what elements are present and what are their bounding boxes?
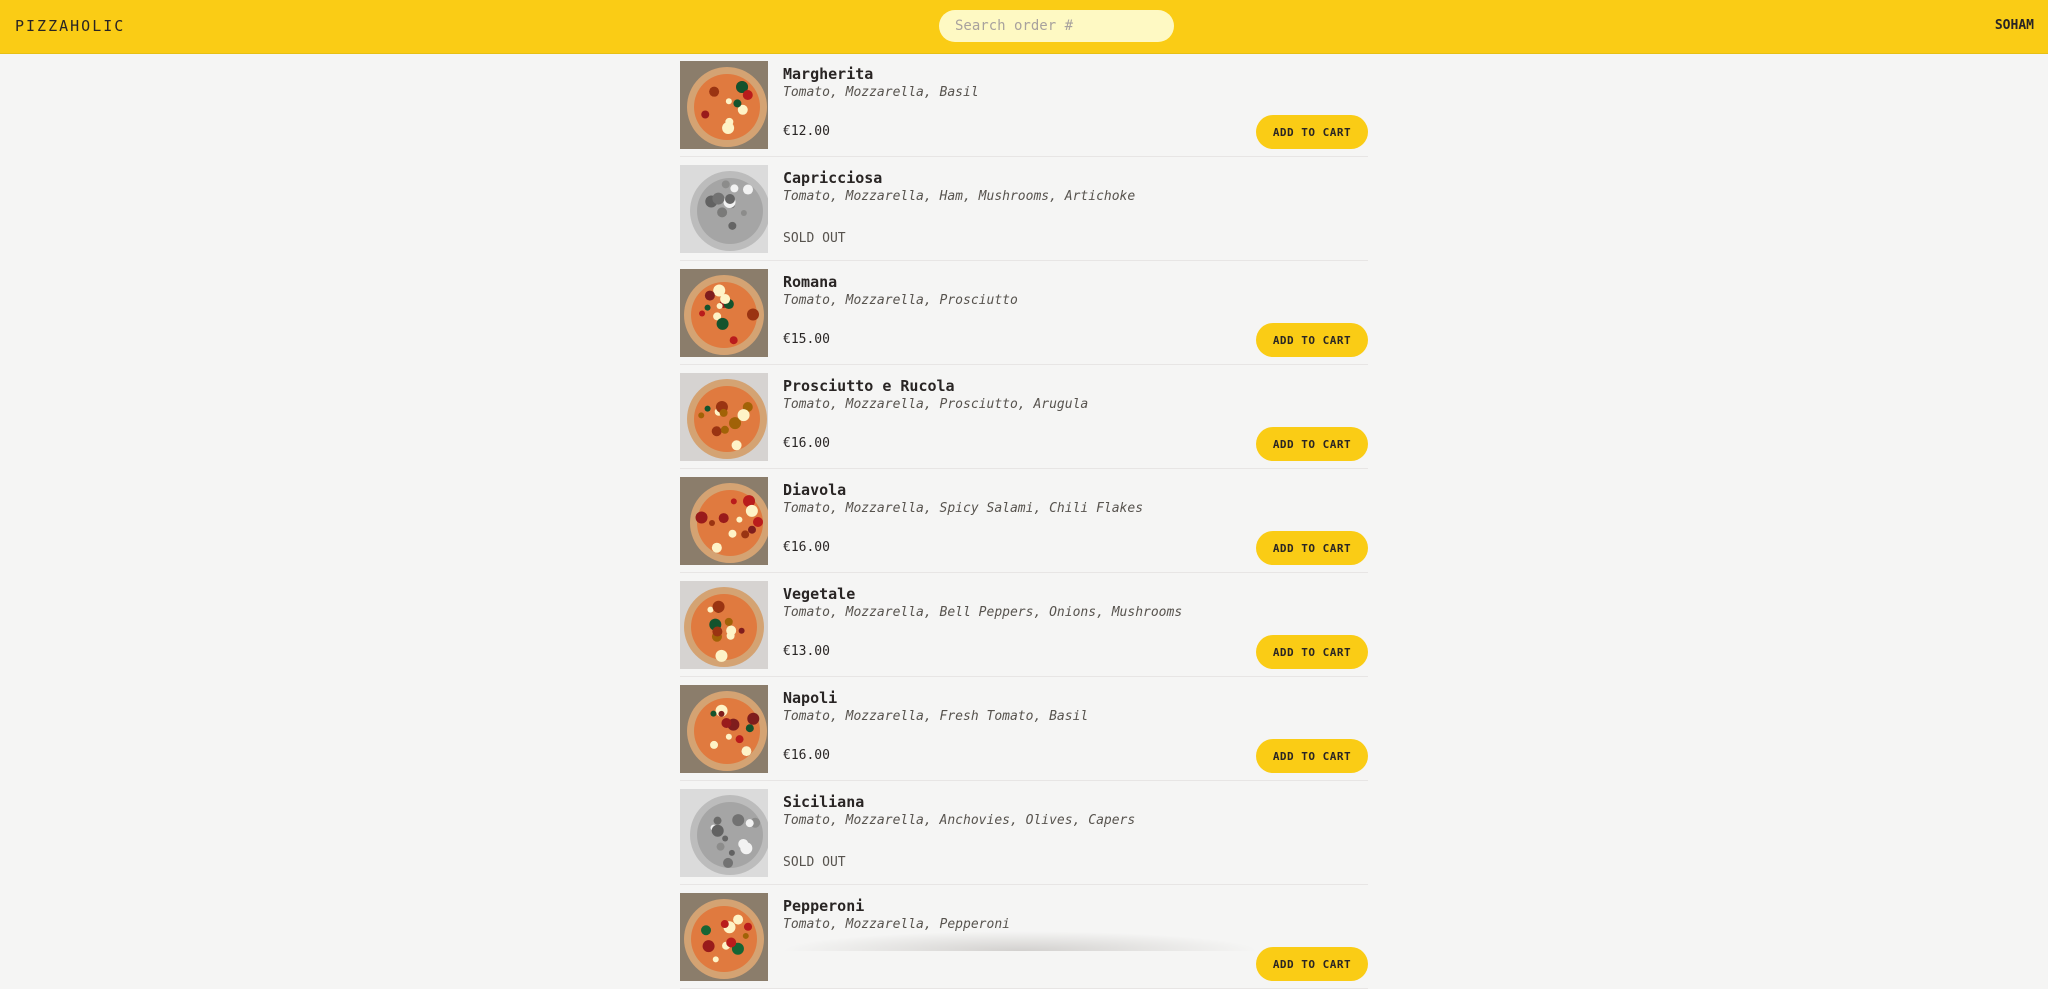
pizza-item: Margherita Tomato, Mozzarella, Basil €12.0… [680,53,1368,157]
pizza-item: Napoli Tomato, Mozzarella, Fresh Tomato, … [680,677,1368,781]
pizza-image [680,893,768,981]
add-to-cart-button[interactable]: ADD TO CART [1256,739,1368,773]
pizza-item: Pepperoni Tomato, Mozzarella, Pepperoni AD… [680,885,1368,989]
pizza-name: Prosciutto e Rucola [783,377,955,395]
add-to-cart-button[interactable]: ADD TO CART [1256,947,1368,981]
pizza-item: Romana Tomato, Mozzarella, Prosciutto €15.… [680,261,1368,365]
pizza-image [680,165,768,253]
pizza-price: €16.00 [783,436,830,451]
add-to-cart-button[interactable]: ADD TO CART [1256,635,1368,669]
pizza-ingredients: Tomato, Mozzarella, Pepperoni [783,917,1010,932]
pizza-image [680,373,768,461]
pizza-ingredients: Tomato, Mozzarella, Fresh Tomato, Basil [783,709,1089,724]
pizza-name: Capricciosa [783,169,883,187]
pizza-price: €15.00 [783,332,830,347]
app-header: PIZZAHOLIC SOHAM [0,0,2048,54]
pizza-price: €16.00 [783,748,830,763]
pizza-image [680,269,768,357]
pizza-image [680,685,768,773]
pizza-ingredients: Tomato, Mozzarella, Prosciutto [783,293,1018,308]
pizza-item: Vegetale Tomato, Mozzarella, Bell Peppers… [680,573,1368,677]
pizza-ingredients: Tomato, Mozzarella, Basil [783,85,979,100]
pizza-ingredients: Tomato, Mozzarella, Bell Peppers, Onions… [783,605,1183,620]
username: SOHAM [1994,18,2034,33]
pizza-name: Napoli [783,689,838,707]
pizza-name: Siciliana [783,793,865,811]
pizza-name: Margherita [783,65,874,83]
order-search-input[interactable] [939,10,1174,42]
pizza-image [680,581,768,669]
pizza-name: Vegetale [783,585,856,603]
pizza-image [680,477,768,565]
pizza-price: €12.00 [783,124,830,139]
sold-out-label: SOLD OUT [783,231,846,246]
pizza-ingredients: Tomato, Mozzarella, Spicy Salami, Chili … [783,501,1144,516]
pizza-image [680,789,768,877]
pizza-item: Diavola Tomato, Mozzarella, Spicy Salami,… [680,469,1368,573]
pizza-ingredients: Tomato, Mozzarella, Ham, Mushrooms, Arti… [783,189,1136,204]
pizza-price: €13.00 [783,644,830,659]
pizza-ingredients: Tomato, Mozzarella, Prosciutto, Arugula [783,397,1089,412]
add-to-cart-button[interactable]: ADD TO CART [1256,115,1368,149]
pizza-name: Diavola [783,481,847,499]
pizza-item: Siciliana Tomato, Mozzarella, Anchovies, … [680,781,1368,885]
add-to-cart-button[interactable]: ADD TO CART [1256,427,1368,461]
add-to-cart-button[interactable]: ADD TO CART [1256,323,1368,357]
pizza-item: Capricciosa Tomato, Mozzarella, Ham, Mush… [680,157,1368,261]
add-to-cart-button[interactable]: ADD TO CART [1256,531,1368,565]
pizza-menu-list: Margherita Tomato, Mozzarella, Basil €12.0… [680,53,1368,989]
pizza-image [680,61,768,149]
pizza-name: Pepperoni [783,897,865,915]
pizza-price: €16.00 [783,540,830,555]
pizza-item: Prosciutto e Rucola Tomato, Mozzarella, P… [680,365,1368,469]
pizza-ingredients: Tomato, Mozzarella, Anchovies, Olives, C… [783,813,1136,828]
brand-logo[interactable]: PIZZAHOLIC [15,17,125,35]
pizza-name: Romana [783,273,838,291]
sold-out-label: SOLD OUT [783,855,846,870]
